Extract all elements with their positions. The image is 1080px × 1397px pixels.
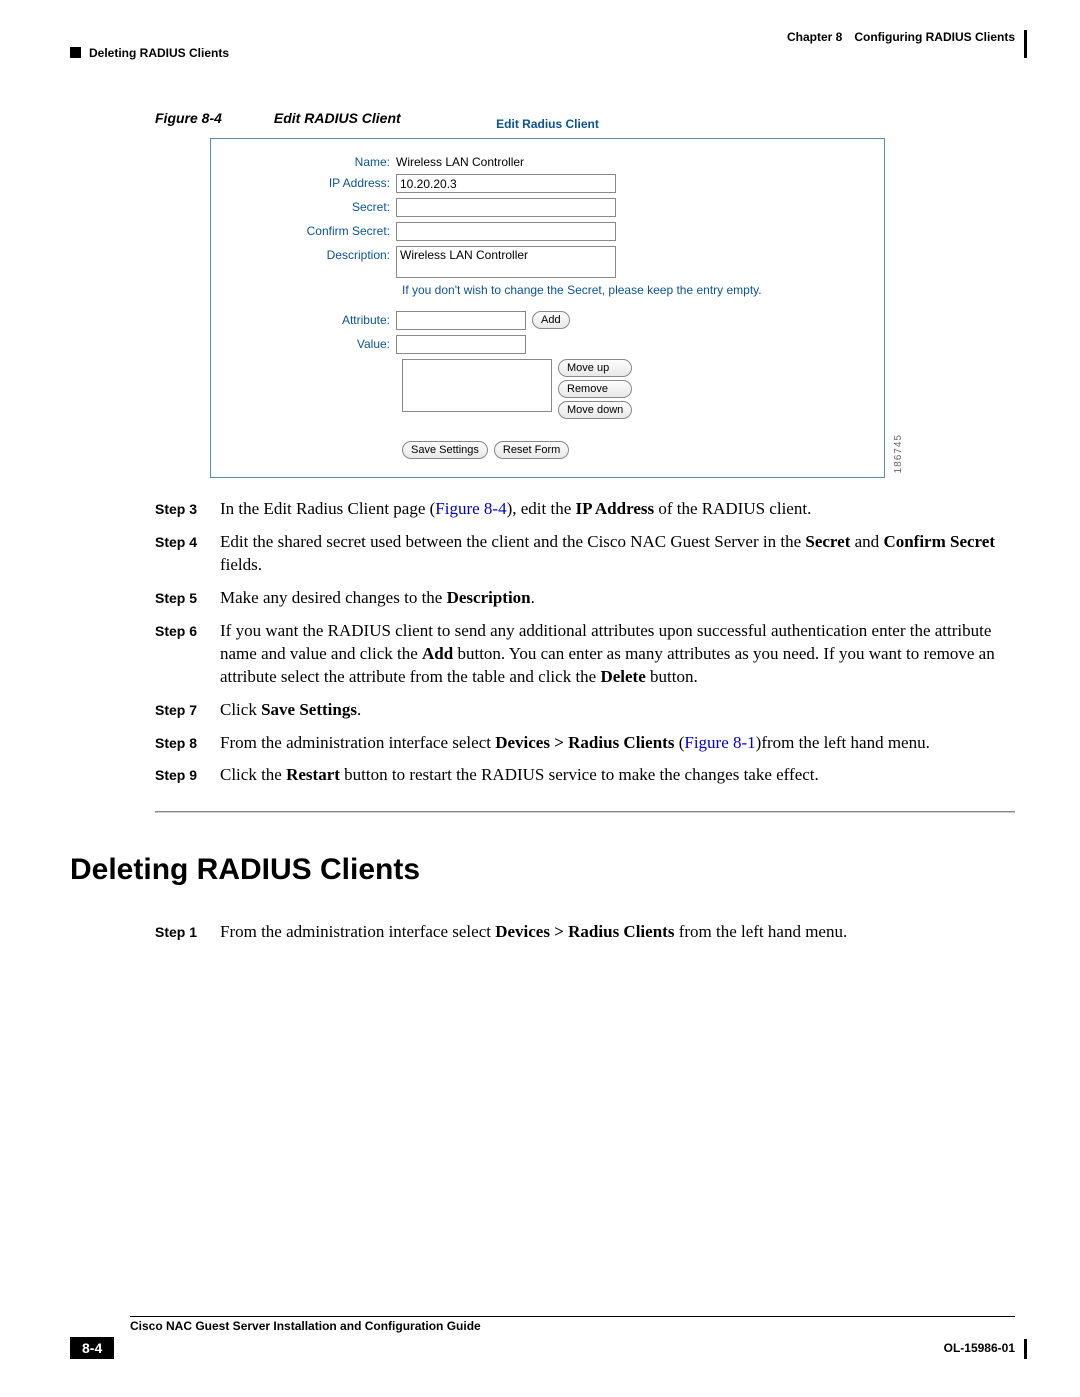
step-text: Click the Restart button to restart the …	[220, 764, 1015, 787]
footer-marker	[1024, 1339, 1027, 1359]
document-id: OL-15986-01	[944, 1341, 1015, 1355]
step-number: Step 3	[155, 498, 220, 521]
step-text: Click Save Settings.	[220, 699, 1015, 722]
save-settings-button[interactable]: Save Settings	[402, 441, 488, 459]
description-textarea[interactable]: Wireless LAN Controller	[396, 246, 616, 278]
footer-guide-title: Cisco NAC Guest Server Installation and …	[130, 1319, 1015, 1333]
secret-input[interactable]	[396, 198, 616, 217]
reset-form-button[interactable]: Reset Form	[494, 441, 569, 459]
step-row: Step 1 From the administration interface…	[155, 921, 1015, 944]
fieldset-legend: Edit Radius Client	[490, 117, 605, 131]
page-footer: Cisco NAC Guest Server Installation and …	[70, 1316, 1015, 1359]
figure-caption-title: Edit RADIUS Client	[274, 110, 401, 126]
attribute-listbox[interactable]	[402, 359, 552, 412]
steps-list-delete: Step 1 From the administration interface…	[155, 921, 1015, 944]
step-number: Step 5	[155, 587, 220, 610]
step-text: Edit the shared secret used between the …	[220, 531, 1015, 577]
move-down-button[interactable]: Move down	[558, 401, 632, 419]
step-text: In the Edit Radius Client page (Figure 8…	[220, 498, 1015, 521]
chapter-title: Configuring RADIUS Clients	[854, 30, 1015, 44]
name-value: Wireless LAN Controller	[396, 153, 524, 169]
confirm-secret-label: Confirm Secret:	[241, 222, 396, 238]
ip-label: IP Address:	[241, 174, 396, 190]
step-text: From the administration interface select…	[220, 732, 1015, 755]
attribute-label: Attribute:	[241, 311, 396, 327]
step-text: Make any desired changes to the Descript…	[220, 587, 1015, 610]
figure-edit-radius-client: Edit Radius Client 186745 Name: Wireless…	[210, 138, 885, 478]
step-row: Step 6 If you want the RADIUS client to …	[155, 620, 1015, 689]
add-button[interactable]: Add	[532, 311, 570, 329]
figure-ref-link[interactable]: Figure 8-1	[684, 733, 755, 752]
description-label: Description:	[241, 246, 396, 262]
figure-caption-label: Figure 8-4	[155, 110, 222, 126]
step-row: Step 7 Click Save Settings.	[155, 699, 1015, 722]
step-row: Step 4 Edit the shared secret used betwe…	[155, 531, 1015, 577]
step-row: Step 9 Click the Restart button to resta…	[155, 764, 1015, 787]
secret-label: Secret:	[241, 198, 396, 214]
chapter-label: Chapter 8	[787, 30, 842, 44]
step-number: Step 7	[155, 699, 220, 722]
step-text: If you want the RADIUS client to send an…	[220, 620, 1015, 689]
move-up-button[interactable]: Move up	[558, 359, 632, 377]
step-number: Step 6	[155, 620, 220, 689]
footer-rule	[130, 1316, 1015, 1317]
ip-input[interactable]	[396, 174, 616, 193]
bullet-icon	[70, 47, 81, 58]
page-header: Chapter 8 Configuring RADIUS Clients	[70, 30, 1015, 44]
figure-ref-link[interactable]: Figure 8-4	[435, 499, 506, 518]
step-number: Step 8	[155, 732, 220, 755]
figure-id-number: 186745	[893, 434, 904, 473]
step-number: Step 4	[155, 531, 220, 577]
steps-list-edit: Step 3 In the Edit Radius Client page (F…	[155, 498, 1015, 787]
step-row: Step 5 Make any desired changes to the D…	[155, 587, 1015, 610]
step-number: Step 9	[155, 764, 220, 787]
section-divider	[155, 811, 1015, 813]
name-label: Name:	[241, 153, 396, 169]
value-label: Value:	[241, 335, 396, 351]
remove-button[interactable]: Remove	[558, 380, 632, 398]
secret-hint: If you don't wish to change the Secret, …	[402, 283, 854, 297]
header-marker	[1024, 30, 1027, 58]
step-row: Step 3 In the Edit Radius Client page (F…	[155, 498, 1015, 521]
value-input[interactable]	[396, 335, 526, 354]
step-number: Step 1	[155, 921, 220, 944]
confirm-secret-input[interactable]	[396, 222, 616, 241]
step-text: From the administration interface select…	[220, 921, 1015, 944]
subheader-title: Deleting RADIUS Clients	[89, 46, 229, 60]
page-number: 8-4	[70, 1337, 114, 1359]
page-subheader: Deleting RADIUS Clients	[70, 46, 1015, 60]
step-row: Step 8 From the administration interface…	[155, 732, 1015, 755]
section-heading: Deleting RADIUS Clients	[70, 853, 1015, 887]
attribute-input[interactable]	[396, 311, 526, 330]
